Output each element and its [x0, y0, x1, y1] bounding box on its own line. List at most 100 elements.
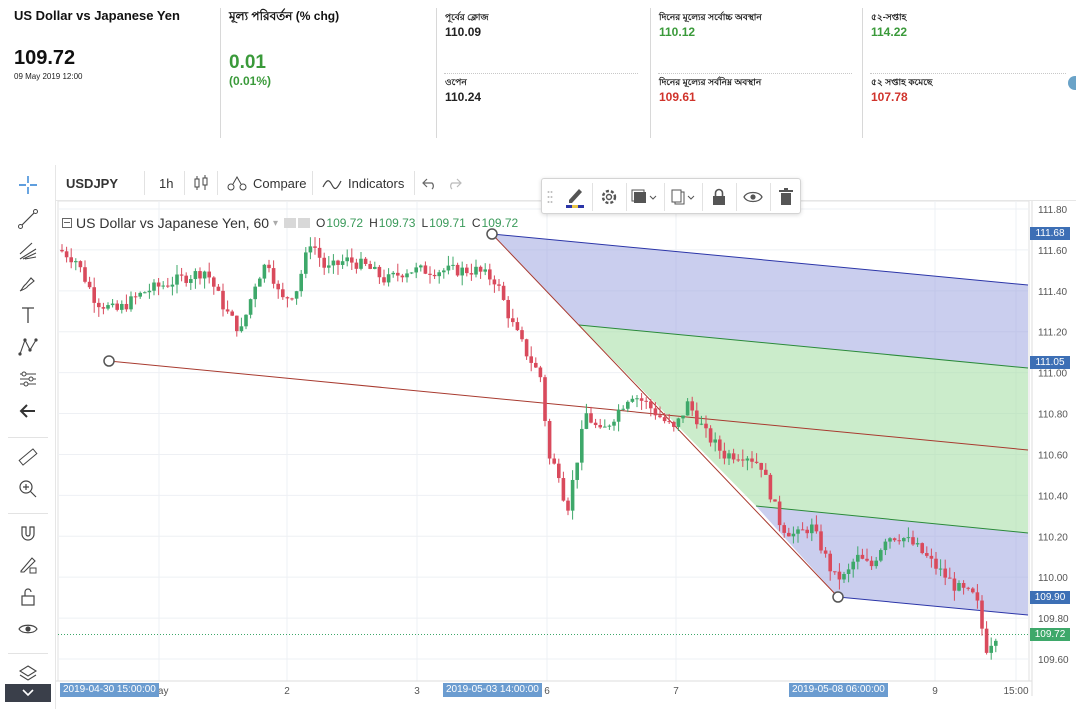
divider [217, 171, 218, 195]
visibility-icon[interactable] [284, 218, 297, 228]
chevron-down-icon[interactable]: ▾ [273, 218, 278, 229]
candle-body [327, 265, 331, 268]
chart-canvas[interactable]: 111.80 111.60 111.40 111.20 111.00 110.80 110.… [56, 201, 1076, 709]
unlock-icon[interactable] [8, 583, 48, 611]
redo-button[interactable] [446, 165, 462, 201]
price-tick-label: 111.20 [1038, 328, 1068, 339]
candle-body [276, 283, 280, 290]
low-val: 109.71 [429, 216, 466, 230]
lock-button[interactable] [704, 183, 734, 211]
candle-body [175, 274, 179, 285]
magnet-icon[interactable] [8, 519, 48, 547]
copy-icon [671, 189, 695, 205]
crosshair-icon[interactable] [8, 171, 48, 199]
candle-body [741, 459, 745, 461]
compare-button[interactable]: Compare [226, 165, 306, 201]
eye-icon[interactable] [8, 615, 48, 643]
candle-body [722, 450, 727, 459]
day-high-value: 110.12 [659, 25, 696, 39]
day-low-label: দিনের মূল্যের সর্বনিম্ন অবস্থান [659, 77, 762, 87]
collapse-legend-icon[interactable] [62, 218, 72, 228]
divider [444, 73, 638, 74]
wk52-high-label: ৫২-সপ্তাহ [871, 12, 907, 22]
candle-body [400, 275, 405, 278]
candle-body [561, 478, 566, 501]
open-label: ওপেন [445, 77, 467, 87]
candle-body [971, 588, 975, 593]
candle-body [83, 267, 87, 282]
line-color-button[interactable] [560, 183, 590, 211]
lock-drawing-icon[interactable] [8, 551, 48, 579]
candle-body [644, 400, 648, 402]
indicators-icon [322, 180, 342, 190]
candle-body [842, 573, 846, 580]
candle-body [322, 257, 326, 268]
candle-body [915, 543, 920, 545]
candle-body [534, 362, 538, 368]
settings-icon[interactable] [298, 218, 311, 228]
globe-icon[interactable] [1068, 76, 1076, 90]
candle-body [934, 558, 938, 569]
candle-body [888, 538, 892, 542]
clone-button[interactable] [666, 183, 700, 211]
symbol-search[interactable]: USDJPY [66, 165, 118, 201]
candle-body [97, 302, 101, 308]
candle-body [529, 356, 533, 363]
price-tick-label: 111.80 [1038, 205, 1068, 216]
trend-line-icon[interactable] [8, 205, 48, 233]
back-arrow-icon[interactable] [8, 397, 48, 425]
candle-body [524, 339, 529, 357]
candle-body [373, 266, 377, 269]
pitchfork-icon[interactable] [8, 237, 48, 265]
candle-body [718, 439, 722, 451]
candle-body [598, 425, 602, 428]
candle-body [166, 285, 170, 287]
brush-icon[interactable] [8, 269, 48, 297]
settings-button[interactable] [594, 183, 624, 211]
candle-body [750, 458, 754, 462]
candle-body [621, 408, 625, 410]
candle-body [299, 273, 303, 292]
text-icon[interactable] [8, 301, 48, 329]
candle-body [943, 568, 947, 578]
candle-body [161, 285, 165, 287]
candle-body [796, 529, 800, 534]
candle-body [221, 290, 225, 310]
interval-button[interactable]: 1h [159, 165, 173, 201]
candle-body [239, 326, 244, 332]
price-tick-label: 111.40 [1038, 287, 1068, 298]
prediction-icon[interactable] [8, 365, 48, 393]
candle-body [676, 418, 681, 427]
zoom-in-icon[interactable] [8, 475, 48, 503]
day-low-value: 109.61 [659, 90, 696, 104]
undo-button[interactable] [422, 165, 438, 201]
candle-body [345, 257, 349, 262]
candle-style-button[interactable] [192, 165, 210, 201]
redo-icon [450, 178, 462, 190]
candle-body [235, 315, 239, 332]
candle-body [731, 453, 736, 460]
candle-body [120, 303, 124, 310]
candle-body [386, 274, 391, 283]
delete-button[interactable] [771, 183, 801, 211]
candle-body [856, 554, 860, 562]
price-axis-tag: 109.72 [1030, 627, 1070, 641]
layers-icon[interactable] [8, 659, 48, 687]
candle-body [538, 367, 543, 378]
candle-body [225, 309, 230, 312]
ruler-icon[interactable] [8, 443, 48, 471]
candle-body [653, 408, 658, 416]
indicators-button[interactable]: Indicators [322, 165, 404, 201]
candle-body [437, 272, 441, 277]
expand-toolbar-button[interactable] [5, 684, 51, 702]
candle-body [777, 501, 782, 526]
pattern-icon[interactable] [8, 333, 48, 361]
visual-order-button[interactable] [628, 183, 662, 211]
drag-handle-icon[interactable] [544, 183, 556, 211]
hide-button[interactable] [738, 183, 768, 211]
divider [658, 73, 852, 74]
last-price: 109.72 [14, 47, 76, 69]
candle-body [699, 423, 704, 425]
candle-body [428, 273, 432, 275]
candle-body [754, 461, 759, 463]
